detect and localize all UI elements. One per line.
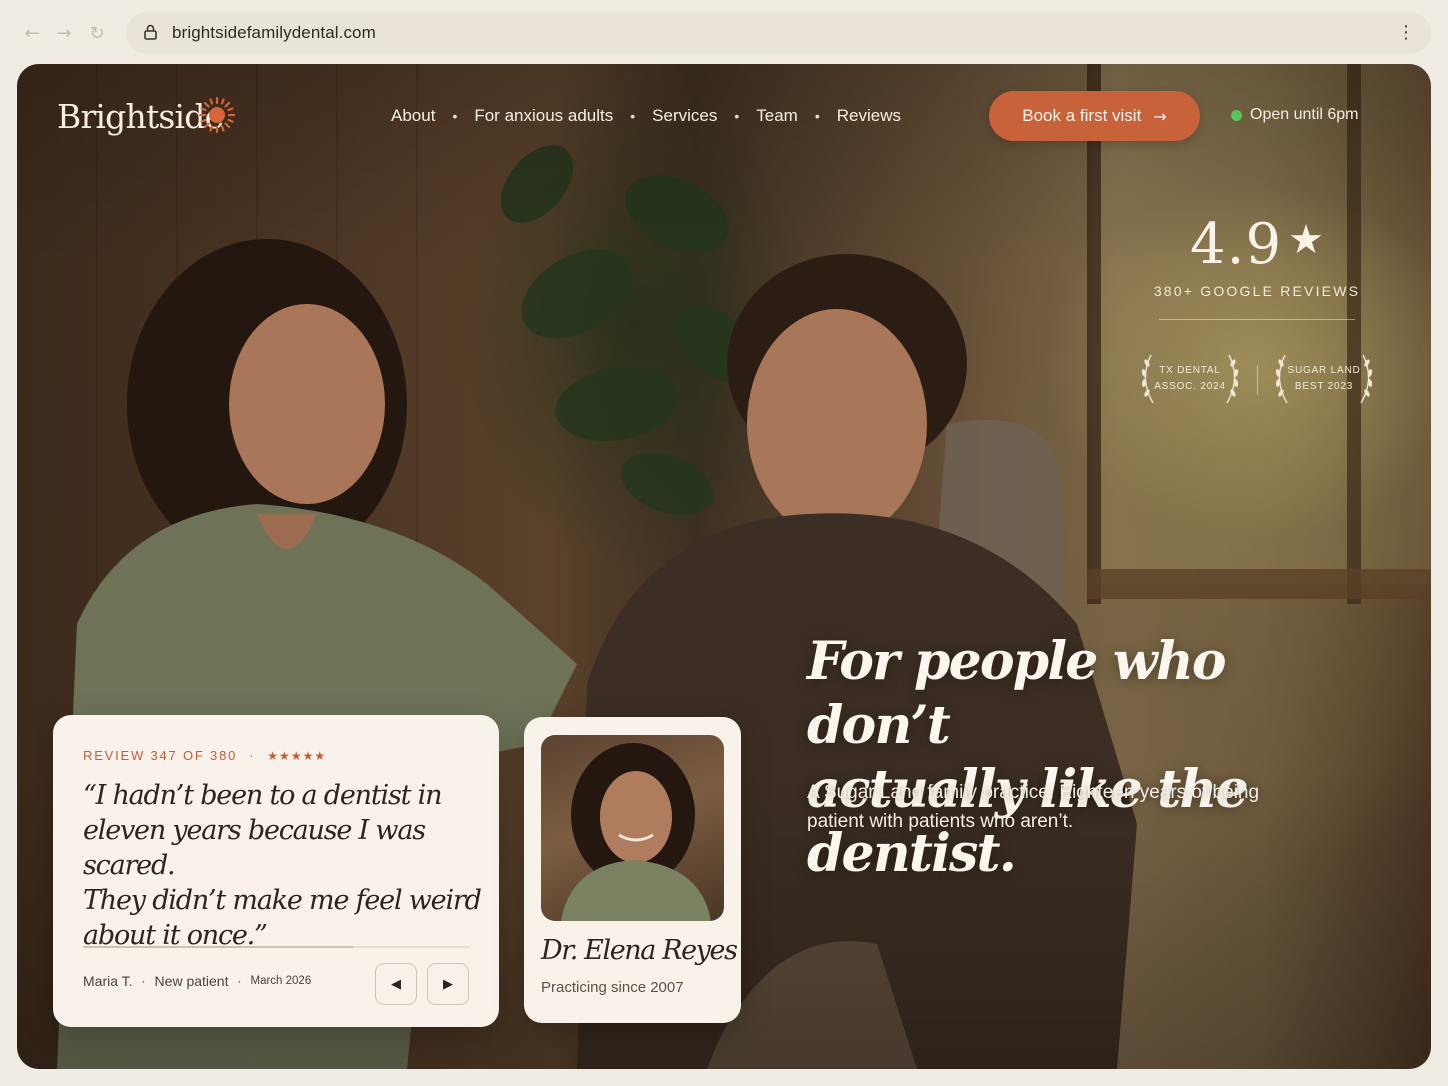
- five-stars-icon: ★★★★★: [267, 748, 327, 763]
- rating-score: 4.9: [1190, 212, 1283, 277]
- review-card: REVIEW 347 OF 380 · ★★★★★ “I hadn’t been…: [53, 715, 499, 1027]
- divider: [1159, 319, 1355, 320]
- browser-chrome: ← → ↻ brightsidefamilydental.com ⋮: [0, 0, 1448, 64]
- reviewer-info: Maria T. · New patient · March 2026: [83, 973, 311, 989]
- nav-about[interactable]: About: [391, 106, 435, 126]
- award-line: ASSOC. 2024: [1154, 381, 1226, 392]
- quote-line: eleven years because I was scared.: [83, 815, 426, 881]
- status-dot-icon: [1231, 109, 1242, 121]
- review-progress-fill: [83, 946, 354, 948]
- main-nav: About • For anxious adults • Services • …: [391, 106, 901, 126]
- award-sugar-land: SUGAR LAND BEST 2023: [1271, 349, 1377, 409]
- open-status: Open until 6pm: [1231, 106, 1359, 124]
- doctor-photo: [541, 735, 724, 921]
- lock-icon: [144, 24, 157, 40]
- caret-right-icon: ▶: [443, 976, 453, 992]
- nav-separator: •: [814, 108, 820, 124]
- address-bar[interactable]: brightsidefamilydental.com ⋮: [126, 12, 1431, 54]
- rating-block: 4.9 ★ 380+ GOOGLE REVIEWS: [1137, 212, 1377, 320]
- reviewer-separator: ·: [237, 974, 242, 988]
- review-date: March 2026: [250, 975, 312, 987]
- reviewer-type: New patient: [154, 973, 229, 989]
- book-visit-label: Book a first visit: [1022, 106, 1142, 125]
- review-progress-track: [83, 946, 469, 948]
- nav-separator: •: [734, 108, 740, 124]
- doctor-portrait-image: [561, 743, 711, 921]
- awards: TX DENTAL ASSOC. 2024 SUGAR LAND BEST 20…: [1137, 349, 1379, 409]
- hero-subheading: A Sugar Land family practice. Eighteen y…: [807, 778, 1307, 836]
- award-line: BEST 2023: [1294, 381, 1354, 392]
- nav-team[interactable]: Team: [756, 106, 798, 126]
- nav-anxious-adults[interactable]: For anxious adults: [474, 106, 613, 126]
- doctor-card[interactable]: Dr. Elena Reyes Practicing since 2007: [524, 717, 741, 1023]
- arrow-right-icon: →: [1153, 106, 1167, 126]
- award-divider: [1257, 365, 1258, 395]
- next-review-button[interactable]: ▶: [427, 963, 469, 1005]
- nav-services[interactable]: Services: [652, 106, 717, 126]
- reviewer-name: Maria T.: [83, 973, 133, 989]
- book-visit-button[interactable]: Book a first visit →: [989, 91, 1200, 141]
- prev-review-button[interactable]: ◀: [375, 963, 417, 1005]
- nav-reviews[interactable]: Reviews: [837, 106, 901, 126]
- url-text[interactable]: brightsidefamilydental.com: [172, 23, 376, 43]
- headline-line: For people who don’t: [807, 631, 1227, 756]
- subheading-line: A Sugar Land family practice. Eighteen y…: [807, 782, 1260, 803]
- hero-headline: For people who don’t actually like the d…: [807, 630, 1367, 886]
- back-arrow-icon[interactable]: ←: [21, 22, 43, 44]
- doctor-name: Dr. Elena Reyes: [541, 935, 738, 966]
- hero-section: Brightside About • For anxious adults • …: [17, 64, 1431, 1069]
- award-line: TX DENTAL: [1159, 365, 1221, 376]
- subheading-line: patient with patients who aren’t.: [807, 811, 1074, 832]
- quote-line: They didn’t make me feel weird: [83, 885, 482, 916]
- reviews-count: 380+ GOOGLE REVIEWS: [1153, 283, 1361, 299]
- star-icon: ★: [1288, 217, 1324, 263]
- review-meta: REVIEW 347 OF 380 · ★★★★★: [83, 748, 326, 763]
- reload-icon[interactable]: ↻: [86, 22, 108, 44]
- meta-separator: ·: [249, 748, 256, 763]
- nav-separator: •: [630, 108, 636, 124]
- award-tx-dental: TX DENTAL ASSOC. 2024: [1137, 349, 1243, 409]
- reviewer-separator: ·: [141, 974, 146, 988]
- more-menu-icon[interactable]: ⋮: [1397, 23, 1415, 43]
- nav-separator: •: [452, 108, 458, 124]
- review-counter: REVIEW 347 OF 380: [83, 748, 238, 763]
- open-status-label: Open until 6pm: [1250, 106, 1359, 123]
- sun-logo-icon: [199, 97, 235, 133]
- forward-arrow-icon[interactable]: →: [53, 22, 75, 44]
- review-quote: “I hadn’t been to a dentist in eleven ye…: [83, 778, 483, 953]
- doctor-since: Practicing since 2007: [541, 979, 684, 996]
- award-line: SUGAR LAND: [1287, 365, 1361, 376]
- quote-line: “I hadn’t been to a dentist in: [83, 780, 442, 811]
- caret-left-icon: ◀: [391, 976, 401, 992]
